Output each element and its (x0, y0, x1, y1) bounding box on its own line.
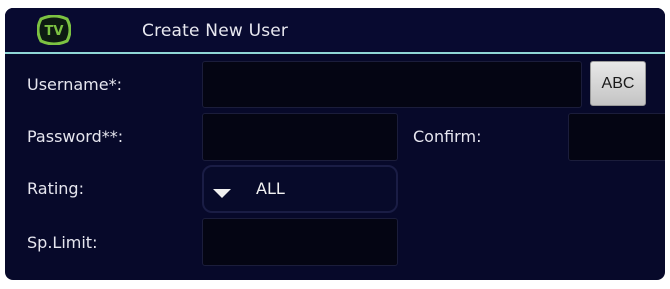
header-bar: TV Create New User (5, 8, 665, 52)
username-input[interactable] (202, 61, 582, 108)
confirm-label: Confirm: (413, 127, 482, 146)
svg-text:TV: TV (45, 24, 64, 39)
create-user-panel: TV Create New User Username*: ABC Passwo… (5, 8, 665, 280)
dropdown-arrow-icon (213, 189, 231, 198)
tv-logo-icon: TV (37, 15, 71, 45)
password-label: Password**: (27, 127, 124, 146)
header-divider (5, 52, 665, 54)
rating-value: ALL (256, 179, 285, 198)
keyboard-abc-button[interactable]: ABC (590, 61, 646, 106)
rating-select[interactable]: ALL (202, 165, 398, 213)
spending-limit-input[interactable] (202, 218, 398, 266)
spending-limit-label: Sp.Limit: (27, 233, 98, 252)
page-title: Create New User (142, 21, 289, 41)
username-label: Username*: (27, 75, 122, 94)
confirm-password-input[interactable] (568, 113, 665, 161)
password-input[interactable] (202, 113, 398, 161)
rating-label: Rating: (27, 179, 84, 198)
